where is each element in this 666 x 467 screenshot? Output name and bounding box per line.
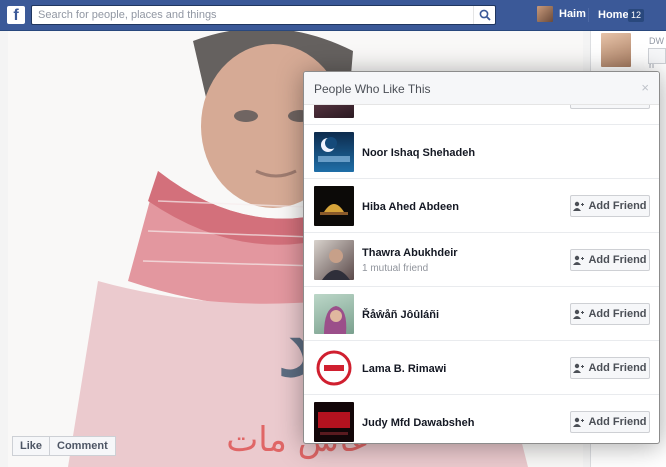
add-friend-label: Add Friend bbox=[588, 416, 647, 428]
person-name[interactable]: Noor Ishaq Shehadeh bbox=[362, 147, 475, 159]
gaza-text-thumb-icon[interactable] bbox=[314, 402, 354, 442]
profile-link[interactable]: Haim bbox=[537, 6, 586, 22]
mutual-friends-text[interactable]: 1 mutual friend bbox=[362, 263, 428, 274]
person-name[interactable]: Thawra Abukhdeir bbox=[362, 247, 458, 259]
photo-actions: Like Comment bbox=[12, 436, 116, 456]
add-friend-button[interactable]: Add Friend bbox=[570, 249, 650, 271]
add-friend-label: Add Friend bbox=[588, 200, 647, 212]
nav-divider bbox=[588, 8, 589, 22]
search-icon bbox=[479, 9, 491, 21]
dialog-header: People Who Like This × bbox=[304, 72, 659, 105]
close-icon[interactable]: × bbox=[641, 81, 649, 95]
user-name: Haim bbox=[559, 8, 586, 20]
search-input[interactable] bbox=[32, 6, 472, 24]
add-friend-label: Add Friend bbox=[588, 362, 647, 374]
facebook-logo-icon[interactable]: f bbox=[7, 6, 25, 24]
partial-thumb-icon[interactable] bbox=[314, 105, 354, 118]
add-friend-icon bbox=[573, 417, 585, 427]
search-button[interactable] bbox=[473, 6, 495, 24]
list-item: Hiba Ahed Abdeen Add Friend bbox=[304, 179, 659, 233]
likes-dialog: People Who Like This × Add Friend Noor I… bbox=[303, 71, 660, 444]
add-friend-label: Add Friend bbox=[588, 308, 647, 320]
person-name[interactable]: Judy Mfd Dawabsheh bbox=[362, 417, 474, 429]
add-friend-icon bbox=[573, 201, 585, 211]
top-navigation-bar: f Haim Home 12 bbox=[0, 0, 666, 31]
red-logo-thumb-icon[interactable] bbox=[314, 348, 354, 388]
add-friend-icon bbox=[573, 309, 585, 319]
like-button[interactable]: Like bbox=[12, 436, 51, 456]
add-friend-button[interactable]: Add Friend bbox=[570, 303, 650, 325]
list-item: Judy Mfd Dawabsheh Add Friend bbox=[304, 395, 659, 443]
user-avatar bbox=[537, 6, 553, 22]
list-item: Řåŵåñ Jôûláñi Add Friend bbox=[304, 287, 659, 341]
add-friend-button[interactable]: Add Friend bbox=[570, 411, 650, 433]
person-name[interactable]: Hiba Ahed Abdeen bbox=[362, 201, 459, 213]
list-item: Noor Ishaq Shehadeh bbox=[304, 125, 659, 179]
add-friend-label: Add Friend bbox=[588, 254, 647, 266]
sidebar-text-line-1: DW bbox=[649, 36, 664, 46]
search-box bbox=[31, 5, 496, 25]
list-item: Lama B. Rimawi Add Friend bbox=[304, 341, 659, 395]
woman-photo-thumb-icon[interactable] bbox=[314, 240, 354, 280]
add-friend-icon bbox=[573, 363, 585, 373]
home-count-badge: 12 bbox=[628, 9, 645, 22]
add-friend-button[interactable]: Add Friend bbox=[570, 105, 650, 109]
dome-night-thumb-icon[interactable] bbox=[314, 186, 354, 226]
list-item: Thawra Abukhdeir 1 mutual friend Add Fri… bbox=[304, 233, 659, 287]
home-link[interactable]: Home bbox=[598, 9, 629, 21]
dialog-title: People Who Like This bbox=[314, 82, 431, 96]
comment-button[interactable]: Comment bbox=[49, 436, 116, 456]
list-item: Add Friend bbox=[304, 105, 659, 125]
woman-scarf-thumb-icon[interactable] bbox=[314, 294, 354, 334]
add-friend-button[interactable]: Add Friend bbox=[570, 195, 650, 217]
ramadan-crescent-thumb-icon[interactable] bbox=[314, 132, 354, 172]
sidebar-photo-thumb[interactable] bbox=[601, 33, 631, 67]
sidebar-mini-button[interactable] bbox=[648, 48, 666, 64]
add-friend-icon bbox=[573, 255, 585, 265]
people-list: Add Friend Noor Ishaq Shehadeh Hiba Ahed… bbox=[304, 105, 659, 443]
add-friend-button[interactable]: Add Friend bbox=[570, 357, 650, 379]
person-name[interactable]: Řåŵåñ Jôûláñi bbox=[362, 309, 439, 321]
person-name[interactable]: Lama B. Rimawi bbox=[362, 363, 446, 375]
